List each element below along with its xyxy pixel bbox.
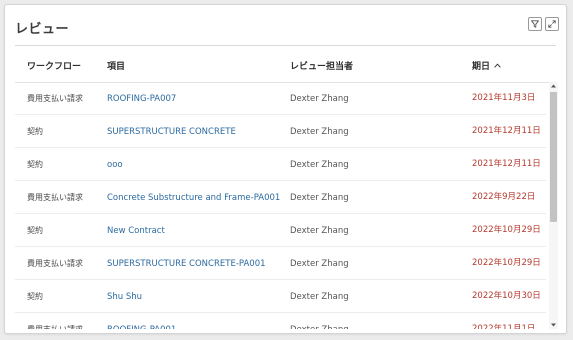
due-date-cell: 2021年11月3日 bbox=[472, 93, 536, 103]
panel-title: レビュー bbox=[15, 22, 70, 37]
table-row: 費用支払い請求 ROOFING-PA001 Dexter Zhang 2022年… bbox=[15, 313, 546, 329]
item-link[interactable]: SUPERSTRUCTURE CONCRETE bbox=[107, 115, 287, 148]
reviewer-cell: Dexter Zhang bbox=[290, 291, 349, 302]
vertical-scrollbar[interactable] bbox=[549, 82, 558, 329]
workflow-cell: 契約 bbox=[27, 226, 43, 235]
table-row: 費用支払い請求 SUPERSTRUCTURE CONCRETE-PA001 De… bbox=[15, 247, 546, 280]
scroll-up-arrow[interactable] bbox=[549, 82, 558, 90]
table-row: 契約 Shu Shu Dexter Zhang 2022年10月30日 bbox=[15, 280, 546, 313]
expand-icon bbox=[548, 20, 556, 28]
item-link[interactable]: Concrete Substructure and Frame-PA001 bbox=[107, 181, 287, 214]
scroll-down-icon bbox=[551, 323, 556, 327]
item-link[interactable]: ROOFING-PA007 bbox=[107, 82, 287, 115]
reviewer-cell: Dexter Zhang bbox=[290, 159, 349, 170]
column-header-workflow[interactable]: ワークフロー bbox=[27, 59, 81, 72]
table-row: 費用支払い請求 Concrete Substructure and Frame-… bbox=[15, 181, 546, 214]
column-header-reviewer[interactable]: レビュー担当者 bbox=[290, 59, 353, 72]
panel-header: レビュー bbox=[5, 5, 566, 45]
item-link[interactable]: ROOFING-PA001 bbox=[107, 313, 287, 330]
item-link[interactable]: Shu Shu bbox=[107, 280, 287, 313]
scroll-up-icon bbox=[551, 84, 556, 88]
reviewer-cell: Dexter Zhang bbox=[290, 313, 466, 330]
workflow-cell: 費用支払い請求 bbox=[27, 94, 83, 103]
item-link[interactable]: ooo bbox=[107, 148, 287, 181]
reviewer-cell: Dexter Zhang bbox=[290, 258, 349, 269]
reviewer-cell: Dexter Zhang bbox=[290, 192, 349, 203]
workflow-cell: 契約 bbox=[27, 292, 43, 301]
scroll-down-arrow[interactable] bbox=[549, 321, 558, 329]
table-row: 契約 SUPERSTRUCTURE CONCRETE Dexter Zhang … bbox=[15, 115, 546, 148]
due-date-cell: 2022年9月22日 bbox=[472, 192, 536, 202]
column-header-due-label: 期日 bbox=[472, 62, 491, 72]
expand-button[interactable] bbox=[545, 17, 559, 31]
scroll-thumb[interactable] bbox=[550, 92, 557, 222]
workflow-cell: 費用支払い請求 bbox=[27, 259, 83, 268]
workflow-cell: 契約 bbox=[27, 127, 43, 136]
table-row: 契約 New Contract Dexter Zhang 2022年10月29日 bbox=[15, 214, 546, 247]
reviewer-cell: Dexter Zhang bbox=[290, 225, 349, 236]
table-header: ワークフロー 項目 レビュー担当者 期日 bbox=[15, 46, 556, 83]
due-date-cell: 2022年10月30日 bbox=[472, 291, 541, 301]
reviewer-cell: Dexter Zhang bbox=[290, 126, 349, 137]
column-header-due[interactable]: 期日 bbox=[472, 59, 501, 72]
review-panel: レビュー ワークフロー 項目 レビュー担当者 期日 費用支払い請求 ROOFIN… bbox=[4, 4, 567, 334]
workflow-cell: 費用支払い請求 bbox=[27, 313, 103, 329]
filter-button[interactable] bbox=[528, 17, 542, 31]
caret-up-icon bbox=[494, 63, 501, 68]
due-date-cell: 2022年11月1日 bbox=[472, 324, 536, 329]
item-link[interactable]: New Contract bbox=[107, 214, 287, 247]
table-body: 費用支払い請求 ROOFING-PA007 Dexter Zhang 2021年… bbox=[15, 82, 546, 329]
table-row: 費用支払い請求 ROOFING-PA007 Dexter Zhang 2021年… bbox=[15, 82, 546, 115]
column-header-item[interactable]: 項目 bbox=[107, 59, 125, 72]
filter-icon bbox=[531, 20, 539, 28]
due-date-cell: 2022年10月29日 bbox=[472, 225, 541, 235]
due-date-cell: 2021年12月11日 bbox=[472, 159, 541, 169]
item-link[interactable]: SUPERSTRUCTURE CONCRETE-PA001 bbox=[107, 247, 287, 280]
reviewer-cell: Dexter Zhang bbox=[290, 93, 349, 104]
workflow-cell: 契約 bbox=[27, 160, 43, 169]
due-date-cell: 2022年10月29日 bbox=[472, 258, 541, 268]
table-row: 契約 ooo Dexter Zhang 2021年12月11日 bbox=[15, 148, 546, 181]
due-date-cell: 2021年12月11日 bbox=[472, 126, 541, 136]
workflow-cell: 費用支払い請求 bbox=[27, 193, 83, 202]
